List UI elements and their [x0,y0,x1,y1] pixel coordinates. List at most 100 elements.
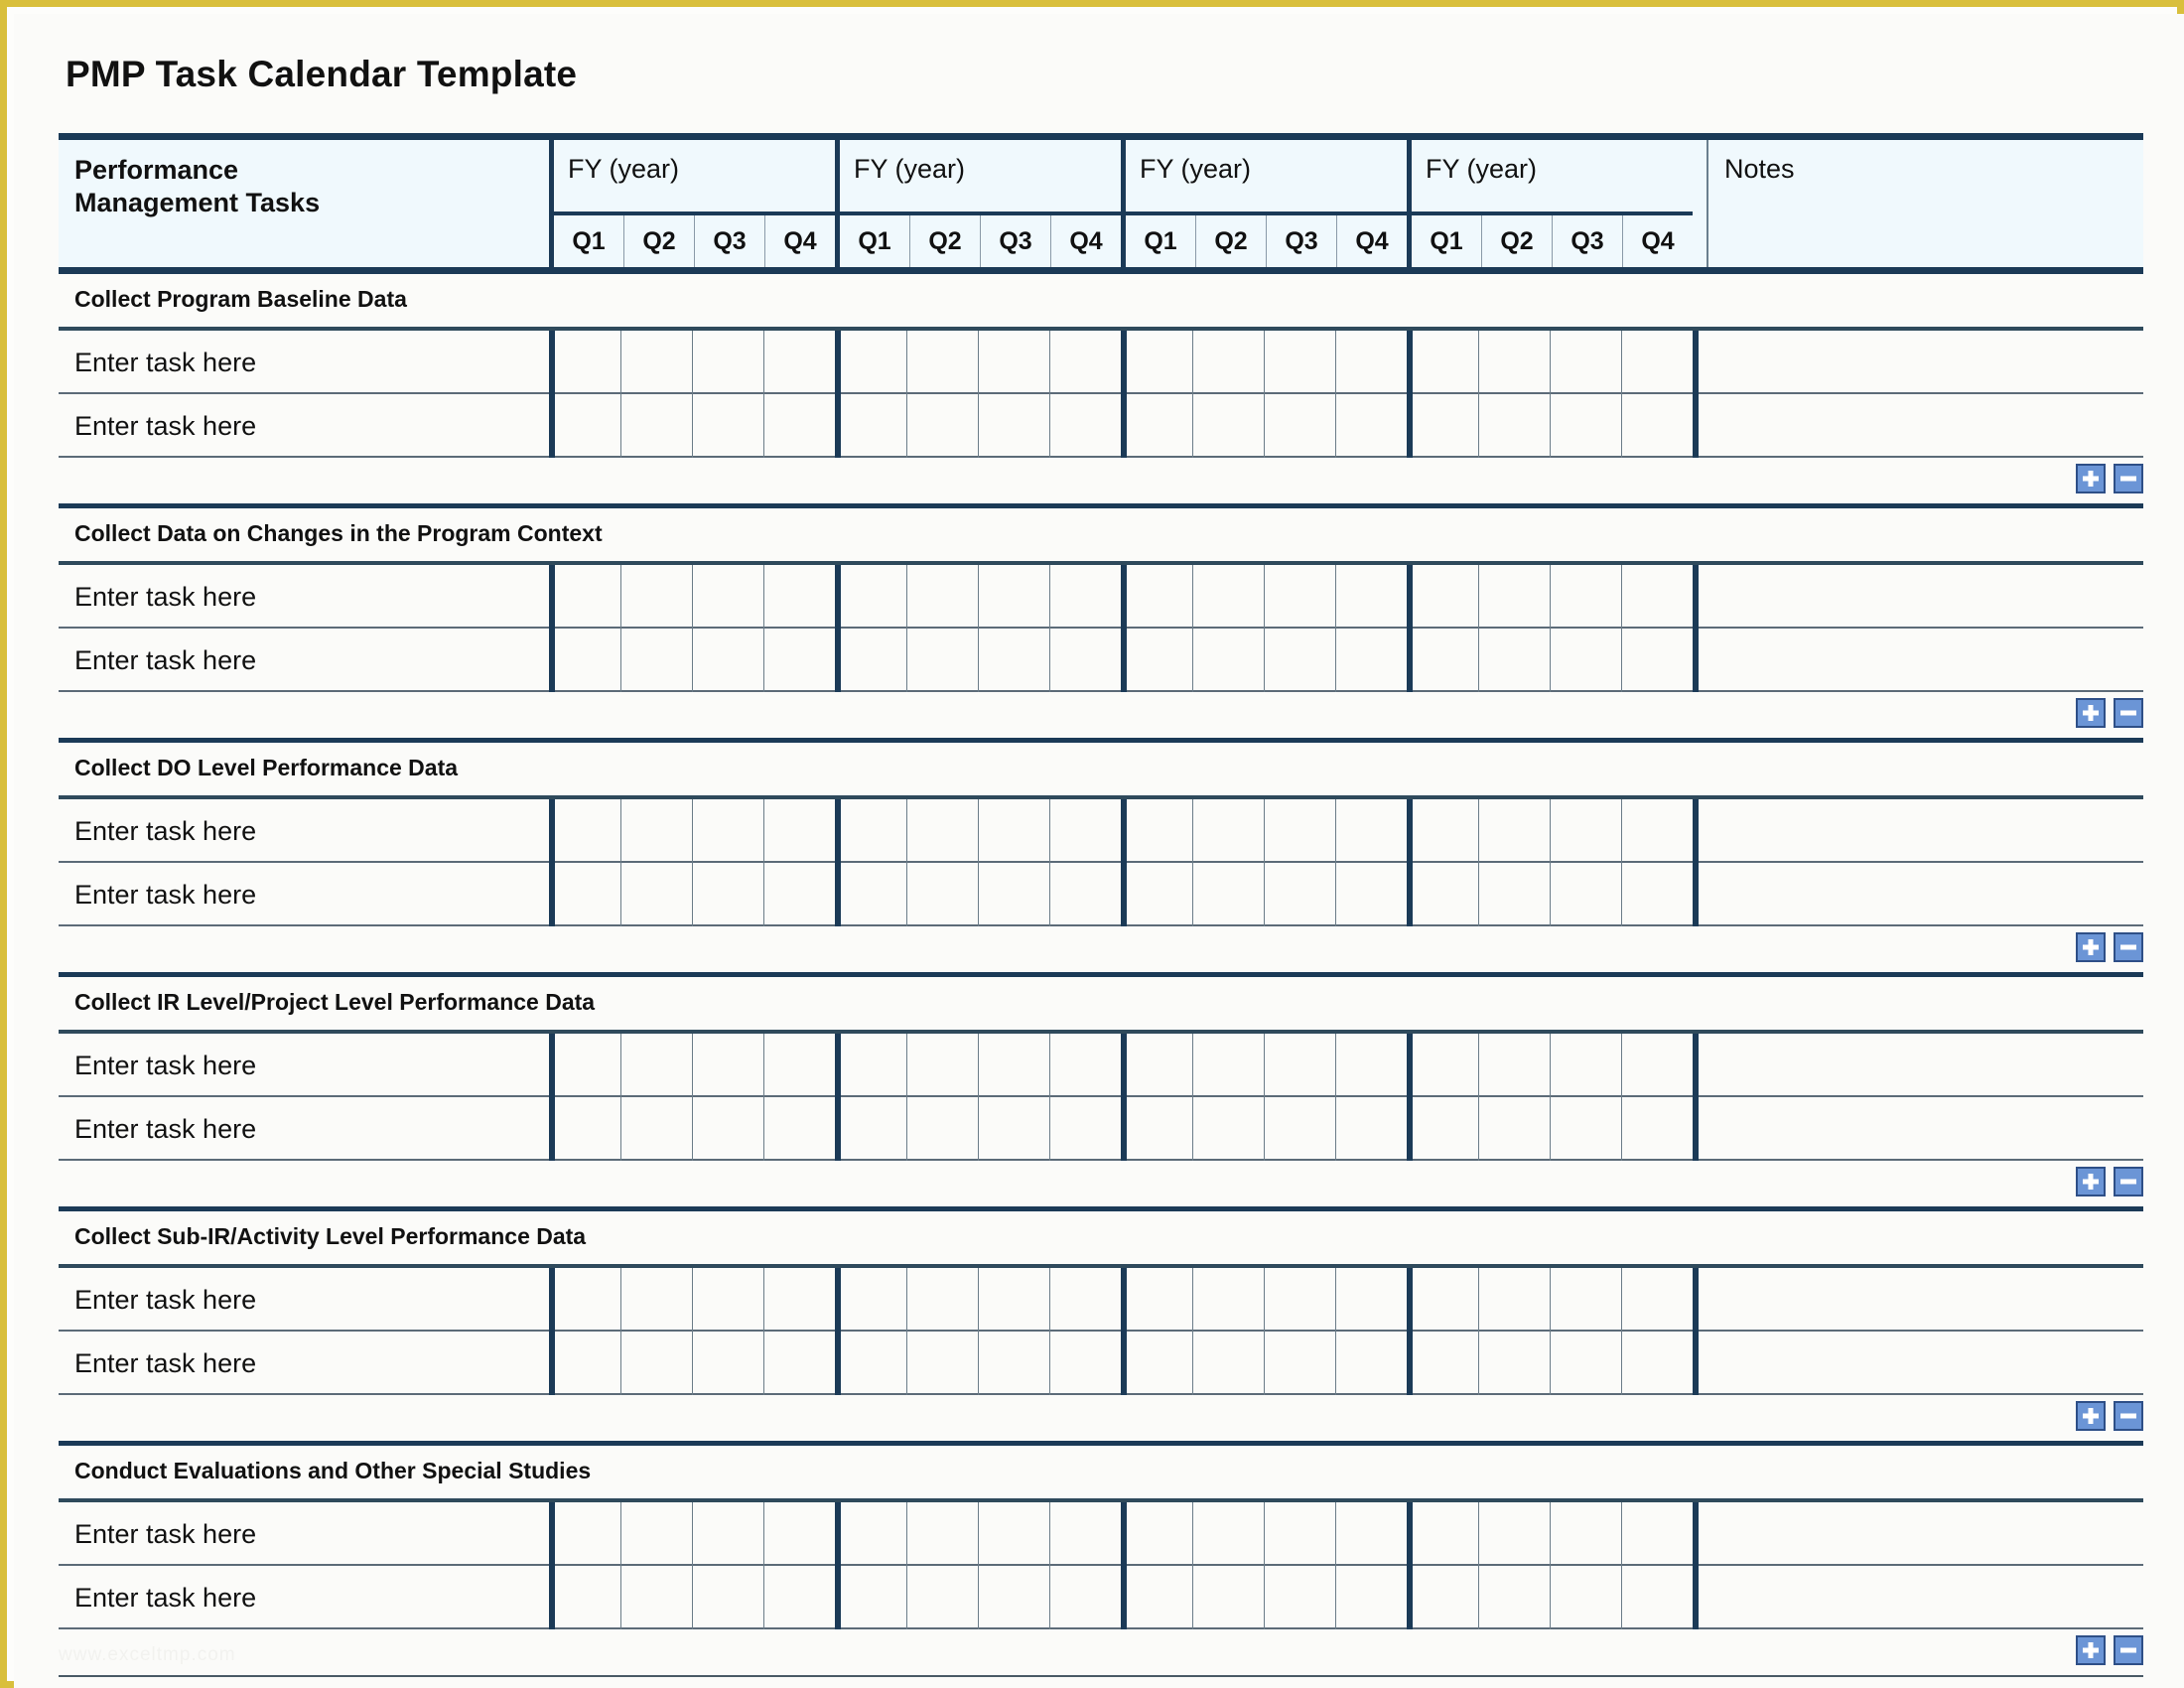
quarter-divider [1264,799,1265,926]
plus-icon-vertical [2088,471,2094,487]
add-row-button[interactable] [2076,1401,2106,1431]
quarter-divider [763,331,764,458]
fiscal-year-divider [1407,799,1413,926]
task-name-input[interactable]: Enter task here [74,565,256,629]
task-name-input[interactable]: Enter task here [74,1034,256,1097]
fiscal-year-divider [1121,799,1127,926]
table-row[interactable]: Enter task here [59,1034,2143,1097]
fiscal-year-divider [1407,1034,1413,1161]
add-row-button[interactable] [2076,698,2106,728]
fiscal-year-divider [549,1034,555,1161]
quarter-divider [1550,565,1551,692]
quarter-divider [906,565,907,692]
table-row[interactable]: Enter task here [59,331,2143,394]
table-row[interactable]: Enter task here [59,565,2143,629]
fiscal-year-divider [835,1268,841,1395]
fiscal-year-divider [1407,565,1413,692]
quarter-divider [906,1502,907,1629]
header-tasks-line1: Performance [74,155,239,185]
add-row-button[interactable] [2076,1167,2106,1196]
fiscal-year-divider [835,331,841,458]
quarter-divider [1192,1034,1193,1161]
task-name-input[interactable]: Enter task here [74,394,256,458]
fiscal-year-divider [1407,1268,1413,1395]
header-fiscal-year-group-4: FY (year) Q1 Q2 Q3 Q4 [1407,140,1693,267]
table-row[interactable]: Enter task here [59,1502,2143,1566]
row-controls [59,926,2143,972]
quarter-divider [1550,1268,1551,1395]
plus-icon-vertical [2088,1174,2094,1190]
fiscal-year-divider [835,799,841,926]
quarter-divider [906,1034,907,1161]
remove-row-button[interactable] [2114,464,2143,493]
table-row[interactable]: Enter task here [59,1566,2143,1629]
fiscal-year-divider [1407,1502,1413,1629]
quarter-divider [692,1268,693,1395]
quarter-divider [763,799,764,926]
quarter-header-cell: Q4 [1069,226,1103,255]
quarter-divider [620,331,621,458]
task-name-input[interactable]: Enter task here [74,1502,256,1566]
quarter-header-cell: Q3 [1267,215,1337,267]
remove-row-button[interactable] [2114,1635,2143,1665]
add-row-button[interactable] [2076,464,2106,493]
table-row[interactable]: Enter task here [59,394,2143,458]
header-fiscal-year-group-3: FY (year) Q1 Q2 Q3 Q4 [1121,140,1407,267]
task-name-input[interactable]: Enter task here [74,1097,256,1161]
remove-row-button[interactable] [2114,1167,2143,1196]
minus-icon [2120,710,2136,716]
task-name-input[interactable]: Enter task here [74,1332,256,1395]
table-row[interactable]: Enter task here [59,863,2143,926]
table-row[interactable]: Enter task here [59,799,2143,863]
table-row[interactable]: Enter task here [59,1332,2143,1395]
section-task-grid: Enter task here Enter task here [59,1498,2143,1629]
task-name-input[interactable]: Enter task here [74,1566,256,1629]
quarter-divider [1192,799,1193,926]
quarter-divider [1049,799,1050,926]
fiscal-year-divider [549,1502,555,1629]
quarter-header-cell: Q2 [1196,215,1267,267]
header-fiscal-year-group-1: FY (year) Q1 Q2 Q3 Q4 [549,140,835,267]
table-row[interactable]: Enter task here [59,629,2143,692]
section-title: Collect IR Level/Project Level Performan… [59,977,2143,1030]
quarter-divider [1335,331,1336,458]
row-control-buttons [2076,464,2143,493]
section-title: Conduct Evaluations and Other Special St… [59,1446,2143,1498]
table-row[interactable]: Enter task here [59,1268,2143,1332]
task-name-input[interactable]: Enter task here [74,1268,256,1332]
fiscal-year-divider [1693,1268,1699,1395]
row-control-buttons [2076,698,2143,728]
quarter-header-cell: Q1 [1412,215,1482,267]
row-controls [59,458,2143,503]
fiscal-year-divider [1693,565,1699,692]
table-row[interactable]: Enter task here [59,1097,2143,1161]
task-name-input[interactable]: Enter task here [74,331,256,394]
task-name-input[interactable]: Enter task here [74,799,256,863]
quarter-header-cell: Q2 [910,215,981,267]
remove-row-button[interactable] [2114,1401,2143,1431]
remove-row-button[interactable] [2114,932,2143,962]
fiscal-year-divider [1693,1502,1699,1629]
quarter-divider [1264,565,1265,692]
quarter-header-row: Q1 Q2 Q3 Q4 [840,211,1121,267]
minus-icon [2120,1413,2136,1419]
fiscal-year-divider [1693,1034,1699,1161]
quarter-header-cell: Q2 [624,215,695,267]
add-row-button[interactable] [2076,1635,2106,1665]
quarter-divider [1550,1502,1551,1629]
fiscal-year-divider [835,1034,841,1161]
fiscal-year-label: FY (year) [568,154,680,184]
remove-row-button[interactable] [2114,698,2143,728]
quarter-header-cell: Q3 [1553,215,1623,267]
row-controls [59,1395,2143,1441]
plus-icon-vertical [2088,939,2094,955]
fiscal-year-divider [549,1268,555,1395]
quarter-divider [763,565,764,692]
quarter-divider [978,1034,979,1161]
add-row-button[interactable] [2076,932,2106,962]
task-name-input[interactable]: Enter task here [74,863,256,926]
fiscal-year-divider [1693,331,1699,458]
table-bottom-rule [59,1675,2143,1677]
quarter-divider [620,1502,621,1629]
task-name-input[interactable]: Enter task here [74,629,256,692]
